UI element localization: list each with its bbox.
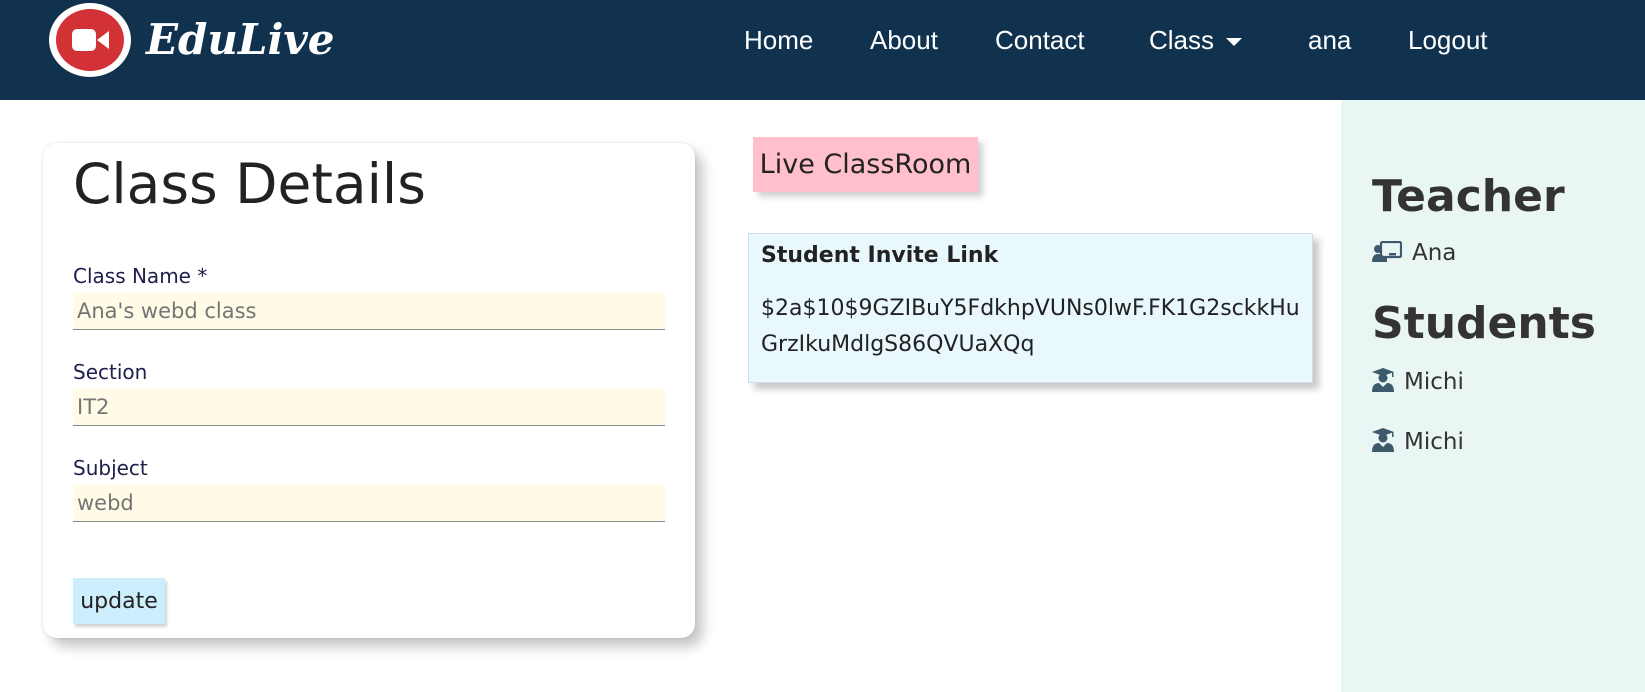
- section-input[interactable]: [73, 388, 665, 426]
- user-graduate-icon: [1372, 368, 1394, 392]
- brand-name[interactable]: EduLive: [146, 12, 335, 68]
- subject-input[interactable]: [73, 484, 665, 522]
- user-graduate-icon: [1372, 428, 1394, 452]
- nav-class-label: Class: [1149, 25, 1215, 55]
- class-details-card: Class Details Class Name * Section Subje…: [43, 143, 695, 638]
- logo-badge: [56, 9, 124, 71]
- nav-logout[interactable]: Logout: [1408, 22, 1488, 58]
- nav-about[interactable]: About: [870, 22, 938, 58]
- update-button[interactable]: update: [73, 578, 165, 624]
- invite-link-title: Student Invite Link: [761, 243, 999, 268]
- live-classroom-button[interactable]: Live ClassRoom: [753, 137, 978, 192]
- invite-link-box: Student Invite Link $2a$10$9GZIBuY5Fdkhp…: [748, 233, 1313, 383]
- student-name: Michi: [1404, 369, 1464, 395]
- teacher-name: Ana: [1412, 240, 1457, 266]
- page-title: Class Details: [73, 152, 426, 216]
- class-members-sidebar: Teacher Ana Students Michi Michi: [1341, 100, 1645, 692]
- student-item: Michi: [1372, 427, 1464, 457]
- nav-home[interactable]: Home: [744, 22, 813, 58]
- student-item: Michi: [1372, 367, 1464, 397]
- teacher-item: Ana: [1372, 238, 1456, 268]
- video-camera-icon: [72, 29, 109, 51]
- nav-contact[interactable]: Contact: [995, 22, 1085, 58]
- subject-label: Subject: [73, 456, 148, 480]
- nav-user[interactable]: ana: [1308, 22, 1351, 58]
- chalkboard-teacher-icon: [1372, 240, 1403, 262]
- section-label: Section: [73, 360, 148, 384]
- class-name-label: Class Name *: [73, 264, 208, 288]
- class-name-input[interactable]: [73, 292, 665, 330]
- invite-link-value[interactable]: $2a$10$9GZIBuY5FdkhpVUNs0lwF.FK1G2sckkHu…: [761, 291, 1311, 363]
- navbar: EduLive Home About Contact Class ana Log…: [0, 0, 1645, 100]
- teacher-heading: Teacher: [1372, 171, 1565, 222]
- logo[interactable]: [49, 3, 131, 77]
- student-name: Michi: [1404, 429, 1464, 455]
- students-heading: Students: [1372, 298, 1596, 349]
- nav-class-dropdown[interactable]: Class: [1149, 22, 1243, 58]
- caret-down-icon: [1226, 38, 1243, 47]
